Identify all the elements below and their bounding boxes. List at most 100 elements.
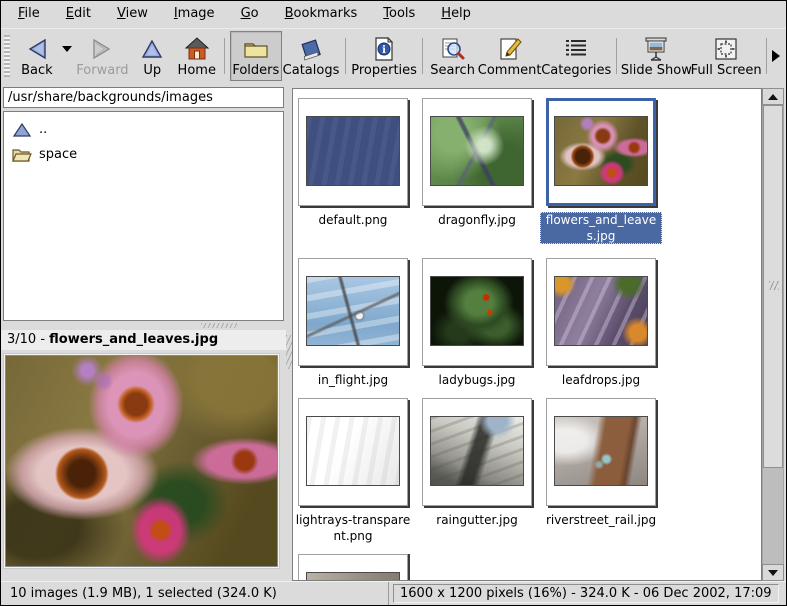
search-label: Search: [430, 63, 475, 78]
thumbnail-item-ladybugs-jpg[interactable]: ladybugs.jpg: [422, 258, 532, 398]
horizontal-splitter-handle[interactable]: [1, 321, 286, 330]
book-icon: [298, 35, 324, 63]
thumbnail-frame: [298, 398, 408, 506]
menu-help[interactable]: Help: [428, 1, 484, 28]
catalogs-label: Catalogs: [283, 63, 340, 78]
thumbnail-item-dragonfly-jpg[interactable]: dragonfly.jpg: [422, 98, 532, 258]
scroll-down-button[interactable]: [762, 564, 784, 581]
back-icon: [24, 35, 50, 63]
menu-bar: File Edit View Image Go Bookmarks Tools …: [1, 1, 786, 28]
properties-button[interactable]: i Properties: [351, 31, 417, 81]
status-bar: 10 images (1.9 MB), 1 selected (324.0 K)…: [1, 581, 786, 605]
thumbnail-item-default-png[interactable]: default.png: [298, 98, 408, 258]
up-label: Up: [143, 63, 161, 78]
home-button[interactable]: Home: [174, 31, 219, 81]
forward-icon: [89, 35, 115, 63]
up-button[interactable]: Up: [130, 31, 174, 81]
up-triangle-icon: [12, 123, 32, 137]
thumbnail-item-leafdrops-jpg[interactable]: leafdrops.jpg: [546, 258, 656, 398]
forward-button[interactable]: Forward: [75, 31, 131, 81]
scroll-up-button[interactable]: [762, 88, 784, 105]
toolbar-separator: [224, 38, 225, 74]
search-button[interactable]: Search: [428, 31, 478, 81]
gthumb-window: File Edit View Image Go Bookmarks Tools …: [0, 0, 787, 606]
thumbnail-frame-selected: [546, 98, 656, 206]
thumbnail-frame: [422, 258, 532, 366]
thumbnail-row: default.png dragonfly.jpg flowers_and_le…: [298, 98, 761, 258]
left-panel: .. space 3/10 - flowers_and_leaves.jpg: [1, 83, 286, 581]
thumbnail-item-in-flight-jpg[interactable]: in_flight.jpg: [298, 258, 408, 398]
back-history-dropdown-icon[interactable]: [62, 46, 72, 52]
thumbnail-item-riverstreet-rail-jpg[interactable]: riverstreet_rail.jpg: [546, 398, 656, 553]
search-icon: [440, 35, 466, 63]
thumbnail-image: [430, 116, 524, 186]
up-icon: [140, 35, 164, 63]
document-info-icon: i: [372, 35, 396, 63]
menu-bookmarks[interactable]: Bookmarks: [272, 1, 371, 28]
full-screen-button[interactable]: Full Screen: [691, 31, 761, 81]
back-label: Back: [21, 63, 53, 78]
location-path-input[interactable]: [3, 87, 284, 108]
folder-item-label: ..: [39, 122, 47, 137]
thumbnail-item-raingutter-jpg[interactable]: raingutter.jpg: [422, 398, 532, 553]
categories-label: Categories: [541, 63, 611, 78]
slide-show-button[interactable]: Slide Show: [622, 31, 692, 81]
thumbnail-frame: [298, 554, 408, 581]
menu-file[interactable]: File: [5, 1, 53, 28]
thumbnail-frame: [298, 258, 408, 366]
comment-label: Comment: [478, 63, 542, 78]
thumbnail-image: [306, 276, 400, 346]
menu-edit[interactable]: Edit: [53, 1, 104, 28]
thumbnail-label: default.png: [292, 212, 414, 228]
toolbar-drag-handle[interactable]: [4, 35, 10, 77]
thumbnail-frame: [422, 98, 532, 206]
scrollbar-thumb[interactable]: [763, 105, 783, 468]
thumbnail-image: [306, 116, 400, 186]
status-image-count: 10 images (1.9 MB), 1 selected (324.0 K): [1, 582, 389, 605]
thumbnail-image: [306, 416, 400, 486]
thumbnail-label: lightrays-transparent.png: [292, 512, 414, 544]
thumbnail-image: [554, 116, 648, 186]
right-arrow-icon: [772, 50, 780, 62]
thumbnail-grid: default.png dragonfly.jpg flowers_and_le…: [292, 88, 762, 581]
projector-screen-icon: [643, 35, 669, 63]
folders-button[interactable]: Folders: [230, 31, 282, 81]
main-content: .. space 3/10 - flowers_and_leaves.jpg: [1, 83, 786, 581]
categories-button[interactable]: Categories: [542, 31, 611, 81]
thumbnail-item-flowers-and-leaves-jpg-selected[interactable]: flowers_and_leaves.jpg: [546, 98, 656, 258]
thumbnail-frame: [298, 98, 408, 206]
thumbnail-frame: [546, 258, 656, 366]
menu-view[interactable]: View: [104, 1, 161, 28]
thumbnail-label: in_flight.jpg: [292, 372, 414, 388]
toolbar-separator: [766, 38, 767, 74]
svg-text:i: i: [382, 45, 386, 56]
thumbnail-frame: [422, 398, 532, 506]
thumbnail-row: lightrays-transparent.png raingutter.jpg…: [298, 398, 761, 553]
thumbnail-label: ladybugs.jpg: [416, 372, 538, 388]
image-preview-panel: [3, 353, 280, 569]
thumbnail-image: [430, 416, 524, 486]
list-icon: [564, 35, 588, 63]
home-icon: [184, 35, 210, 63]
thumbnail-item-lightrays-transparent-png[interactable]: lightrays-transparent.png: [298, 398, 408, 553]
folders-label: Folders: [232, 63, 279, 78]
catalogs-button[interactable]: Catalogs: [282, 31, 341, 81]
back-button[interactable]: Back: [13, 31, 61, 81]
folder-item-parent[interactable]: ..: [4, 117, 283, 142]
folder-icon: [242, 35, 270, 63]
menu-tools[interactable]: Tools: [370, 1, 428, 28]
home-label: Home: [178, 63, 216, 78]
toolbar-overflow-button[interactable]: [761, 38, 780, 74]
thumbnail-image: [430, 276, 524, 346]
thumbnail-item-partial[interactable]: [298, 554, 408, 581]
comment-button[interactable]: Comment: [478, 31, 542, 81]
thumbnail-row: in_flight.jpg ladybugs.jpg leafdrops.jpg: [298, 258, 761, 398]
folder-item-space[interactable]: space: [4, 142, 283, 167]
scrollbar-track[interactable]: [762, 105, 784, 564]
status-image-details: 1600 x 1200 pixels (16%) - 324.0 K - 06 …: [393, 584, 779, 603]
menu-go[interactable]: Go: [228, 1, 272, 28]
preview-image-flowers-and-leaves: [5, 355, 278, 567]
menu-image[interactable]: Image: [161, 1, 228, 28]
vertical-scrollbar: [762, 88, 784, 581]
up-arrow-icon: [768, 94, 778, 100]
